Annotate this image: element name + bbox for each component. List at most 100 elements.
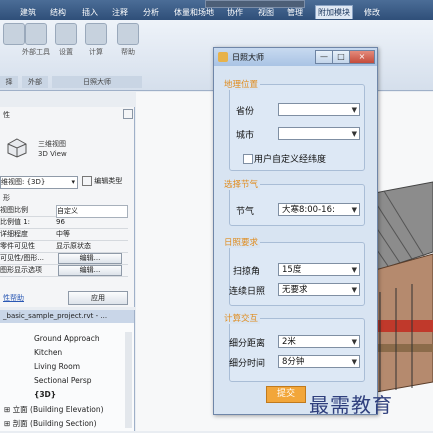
subdivision-time-dropdown[interactable]: 8分钟 ▼ — [278, 355, 360, 368]
calculate-label: 计算 — [89, 48, 103, 56]
submit-button[interactable]: 提交 — [266, 386, 306, 403]
property-value[interactable]: 显示原状态 — [56, 241, 126, 252]
panel-select-label: 择 — [0, 76, 18, 88]
chevron-down-icon: ▼ — [351, 206, 357, 214]
tab-structure[interactable]: 结构 — [48, 6, 68, 19]
external-tools-button[interactable]: 外部工具 — [22, 23, 50, 57]
sunlight-requirement-title: 日照要求 — [222, 236, 261, 248]
close-button[interactable]: × — [349, 50, 375, 64]
tree-item[interactable]: Kitchen — [34, 348, 62, 357]
province-dropdown[interactable]: ▼ — [278, 103, 360, 116]
subdivision-distance-value: 2米 — [282, 337, 296, 347]
province-label: 省份 — [236, 107, 255, 117]
settings-icon — [55, 23, 77, 45]
edit-visibility-button[interactable]: 编辑... — [58, 253, 122, 264]
tab-addins[interactable]: 附加模块 — [315, 5, 353, 19]
tab-annotate[interactable]: 注释 — [110, 6, 130, 19]
chevron-down-icon: ▾ — [71, 178, 75, 186]
close-icon[interactable] — [123, 109, 133, 119]
tree-item[interactable]: Ground Approach — [34, 334, 100, 343]
panel-external-label: 外部 — [22, 76, 48, 88]
scan-angle-label: 扫掠角 — [233, 267, 261, 277]
continuous-sunlight-label: 连续日照 — [229, 287, 266, 297]
tree-item[interactable]: Sectional Persp — [34, 376, 92, 385]
view-type-label: 三维视图 — [38, 140, 66, 148]
tree-group-elevation[interactable]: ⊞ 立面 (Building Elevation) — [4, 404, 104, 415]
chevron-down-icon: ▼ — [351, 338, 357, 346]
property-key: 零件可见性 — [0, 242, 35, 250]
subdivision-distance-label: 细分距离 — [229, 339, 266, 349]
season-value: 大寒8:00-16: — [282, 205, 335, 215]
city-label: 城市 — [236, 131, 255, 141]
chevron-down-icon: ▼ — [351, 266, 357, 274]
season-label: 节气 — [236, 207, 255, 217]
scan-angle-dropdown[interactable]: 15度 ▼ — [278, 263, 360, 276]
settings-label: 设置 — [59, 48, 73, 56]
custom-coordinates-label: 用户自定义经纬度 — [254, 155, 327, 165]
browser-title: _basic_sample_project.rvt - ... — [0, 310, 134, 323]
tab-collaborate[interactable]: 协作 — [225, 6, 245, 19]
tree-group-label: 剖面 (Building Section) — [12, 419, 97, 428]
properties-help-link[interactable]: 性帮助 — [3, 293, 24, 303]
property-row: 视图比例 自定义 — [0, 205, 128, 218]
help-label: 帮助 — [121, 48, 135, 56]
settings-button[interactable]: 设置 — [52, 23, 80, 57]
property-key: 比例值 1: — [0, 218, 31, 226]
calculate-button[interactable]: 计算 — [82, 23, 110, 57]
subdivision-distance-dropdown[interactable]: 2米 ▼ — [278, 335, 360, 348]
location-group-title: 地理位置 — [222, 78, 261, 90]
maximize-button[interactable]: □ — [332, 50, 350, 64]
help-button[interactable]: 帮助 — [114, 23, 142, 57]
property-value[interactable]: 96 — [56, 217, 126, 228]
property-key: 详细程度 — [0, 230, 28, 238]
view-subtype-label: 3D View — [38, 150, 67, 158]
tab-manage[interactable]: 管理 — [285, 6, 305, 19]
property-key: 可见性/图形... — [0, 254, 45, 262]
tab-modify[interactable]: 修改 — [362, 6, 382, 19]
edit-type-button[interactable]: 编辑类型 — [82, 176, 122, 187]
city-dropdown[interactable]: ▼ — [278, 127, 360, 140]
view-selector-value: 维视图: {3D} — [1, 178, 46, 186]
tab-architecture[interactable]: 建筑 — [18, 6, 38, 19]
edit-type-label: 编辑类型 — [94, 177, 123, 185]
custom-coordinates-checkbox[interactable] — [243, 154, 253, 164]
apply-button[interactable]: 应用 — [68, 291, 128, 305]
panel-sunlight-label: 日照大师 — [52, 76, 142, 88]
property-row: 零件可见性 显示原状态 — [0, 241, 128, 253]
subdivision-time-value: 8分钟 — [282, 357, 305, 367]
sunlight-dialog: 日照大师 — □ × 地理位置 省份 ▼ 城市 ▼ 用户自定义经纬度 选择节气 … — [213, 47, 378, 415]
tab-view[interactable]: 视图 — [256, 6, 276, 19]
tree-group-section[interactable]: ⊞ 剖面 (Building Section) — [4, 418, 97, 429]
chevron-down-icon: ▼ — [351, 106, 357, 114]
property-row: 详细程度 中等 — [0, 229, 128, 241]
property-row: 可见性/图形... 编辑... — [0, 253, 128, 265]
continuous-sunlight-dropdown[interactable]: 无要求 ▼ — [278, 283, 360, 296]
tree-item[interactable]: Living Room — [34, 362, 80, 371]
external-tools-label: 外部工具 — [22, 48, 50, 56]
chevron-down-icon: ▼ — [351, 286, 357, 294]
tab-insert[interactable]: 插入 — [80, 6, 100, 19]
season-dropdown[interactable]: 大寒8:00-16: ▼ — [278, 203, 360, 216]
property-row: 图形显示选项 编辑... — [0, 265, 128, 277]
property-row: 比例值 1: 96 — [0, 217, 128, 229]
tab-massing[interactable]: 体量和场地 — [172, 6, 216, 19]
browser-scrollbar[interactable] — [125, 332, 132, 428]
properties-panel: 性 三维视图 3D View 维视图: {3D} ▾ 编辑类型 形 视图比例 自… — [0, 107, 135, 307]
app-icon — [218, 52, 228, 62]
property-value[interactable]: 中等 — [56, 229, 126, 240]
watermark-text: 最需教育 — [309, 393, 393, 417]
section-header: 形 — [3, 194, 10, 202]
minimize-button[interactable]: — — [315, 50, 333, 64]
edit-graphics-button[interactable]: 编辑... — [58, 265, 122, 276]
cube-3d-icon — [7, 138, 27, 158]
chevron-down-icon: ▼ — [351, 358, 357, 366]
dialog-titlebar[interactable]: 日照大师 — □ × — [214, 48, 377, 66]
season-group-title: 选择节气 — [222, 178, 261, 190]
tree-item-selected[interactable]: {3D} — [34, 390, 56, 399]
ribbon-tab-bar: 建筑 结构 插入 注释 分析 体量和场地 协作 视图 管理 附加模块 修改 — [0, 0, 433, 20]
tab-analyze[interactable]: 分析 — [141, 6, 161, 19]
external-tools-icon — [25, 23, 47, 45]
scan-angle-value: 15度 — [282, 265, 302, 275]
subdivision-time-label: 细分时间 — [229, 359, 266, 369]
view-selector-dropdown[interactable]: 维视图: {3D} ▾ — [0, 176, 78, 189]
